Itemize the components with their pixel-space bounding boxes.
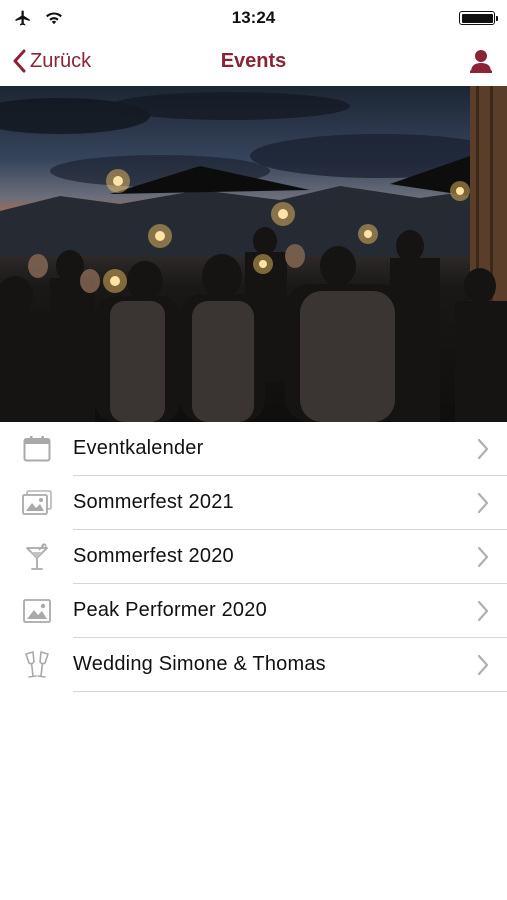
champagne-glasses-icon <box>24 651 49 678</box>
hero-image <box>0 86 507 422</box>
photo-gallery-icon <box>21 490 52 515</box>
status-time: 13:24 <box>231 8 276 27</box>
list-item-eventkalender[interactable]: Eventkalender <box>0 422 507 476</box>
event-menu-list: Eventkalender Sommerfest 2021 Sommerfest… <box>0 422 507 692</box>
cocktail-glass-icon <box>25 543 48 570</box>
list-item-label: Eventkalender <box>73 437 204 459</box>
list-item-sommerfest-2021[interactable]: Sommerfest 2021 <box>0 476 507 530</box>
user-icon <box>470 50 492 73</box>
status-bar: 13:24 <box>0 0 507 36</box>
chevron-right-icon <box>477 654 489 675</box>
list-item-label: Sommerfest 2021 <box>73 491 234 513</box>
list-item-label: Wedding Simone & Thomas <box>73 653 326 675</box>
party-photo <box>0 86 507 422</box>
list-item-label: Peak Performer 2020 <box>73 599 267 621</box>
chevron-right-icon <box>477 546 489 567</box>
back-button-label: Zurück <box>30 49 92 72</box>
back-button[interactable]: Zurück <box>12 49 91 73</box>
battery-icon <box>459 11 498 25</box>
calendar-icon <box>23 436 50 462</box>
list-item-wedding-simone-thomas[interactable]: Wedding Simone & Thomas <box>0 638 507 692</box>
list-item-peak-performer-2020[interactable]: Peak Performer 2020 <box>0 584 507 638</box>
chevron-right-icon <box>477 492 489 513</box>
navigation-bar: Zurück Events <box>0 36 507 86</box>
profile-button[interactable] <box>467 47 495 75</box>
list-item-label: Sommerfest 2020 <box>73 545 234 567</box>
chevron-right-icon <box>477 600 489 621</box>
chevron-right-icon <box>477 438 489 459</box>
chevron-left-icon <box>13 49 26 73</box>
photo-icon <box>22 599 51 623</box>
list-item-sommerfest-2020[interactable]: Sommerfest 2020 <box>0 530 507 584</box>
